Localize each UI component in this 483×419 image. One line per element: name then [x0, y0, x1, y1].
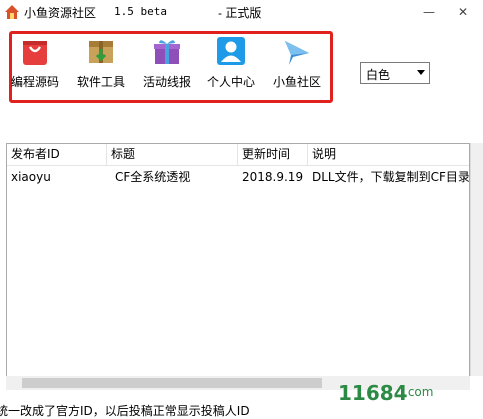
chevron-down-icon [417, 70, 425, 75]
house-icon [5, 5, 19, 19]
toolbar-item-label: 个人中心 [206, 75, 255, 89]
toolbar-item-label: 活动线报 [142, 75, 191, 89]
window-title: 小鱼资源社区 [24, 6, 97, 20]
column-header-title[interactable]: 标题 [107, 144, 238, 165]
toolbar-item-software-tools[interactable]: 软件工具 [68, 33, 134, 97]
status-text: 统一改成了官方ID，以后投稿正常显示投稿人ID [0, 404, 250, 418]
close-button[interactable]: ✕ [448, 0, 478, 24]
toolbar-item-community[interactable]: 小鱼社区 [264, 33, 330, 97]
table-header: 发布者ID 标题 更新时间 说明 [7, 144, 469, 166]
edition-label: - 正式版 [218, 6, 262, 20]
watermark-text: 11684 [338, 381, 408, 405]
table-row[interactable]: xiaoyu CF全系统透视 2018.9.19 DLL文件，下载复制到CF目录 [7, 167, 470, 187]
version-label: 1.5 beta [114, 5, 167, 18]
skin-color-dropdown[interactable]: 白色 [360, 62, 430, 84]
fish-icon [285, 41, 309, 65]
column-header-description[interactable]: 说明 [308, 144, 469, 165]
resource-table: 发布者ID 标题 更新时间 说明 xiaoyu CF全系统透视 2018.9.1… [6, 143, 470, 390]
user-profile-icon [217, 37, 245, 65]
toolbar-item-events[interactable]: 活动线报 [134, 33, 200, 97]
package-box-icon [89, 41, 113, 63]
toolbar-item-source-code[interactable]: 编程源码 [2, 33, 68, 97]
horizontal-scroll-thumb[interactable] [22, 378, 322, 388]
toolbar-item-label: 软件工具 [76, 75, 125, 89]
cell-update-time: 2018.9.19 [242, 170, 304, 184]
column-header-update-time[interactable]: 更新时间 [238, 144, 308, 165]
toolbar-item-label: 编程源码 [10, 75, 59, 89]
skin-color-value: 白色 [366, 68, 391, 82]
cell-description: DLL文件，下载复制到CF目录 [312, 170, 470, 184]
cell-publisher-id: xiaoyu [11, 170, 51, 184]
site-watermark: 11684 .com [334, 378, 482, 418]
gift-box-icon [154, 40, 180, 64]
app-window: 小鱼资源社区 1.5 beta - 正式版 — ✕ 编程源码 软件工具 活动线报… [0, 0, 483, 419]
close-icon: ✕ [457, 5, 469, 19]
title-bar: 小鱼资源社区 1.5 beta - 正式版 — ✕ [0, 0, 483, 24]
toolbar-item-label: 小鱼社区 [272, 75, 321, 89]
shopping-bag-icon [23, 41, 47, 65]
column-header-publisher-id[interactable]: 发布者ID [7, 144, 107, 165]
minimize-button[interactable]: — [414, 0, 444, 24]
vertical-scrollbar[interactable] [470, 143, 483, 376]
watermark-suffix: .com [404, 385, 434, 399]
toolbar-item-profile[interactable]: 个人中心 [198, 33, 264, 97]
minimize-icon: — [423, 5, 435, 19]
cell-title: CF全系统透视 [115, 170, 191, 184]
